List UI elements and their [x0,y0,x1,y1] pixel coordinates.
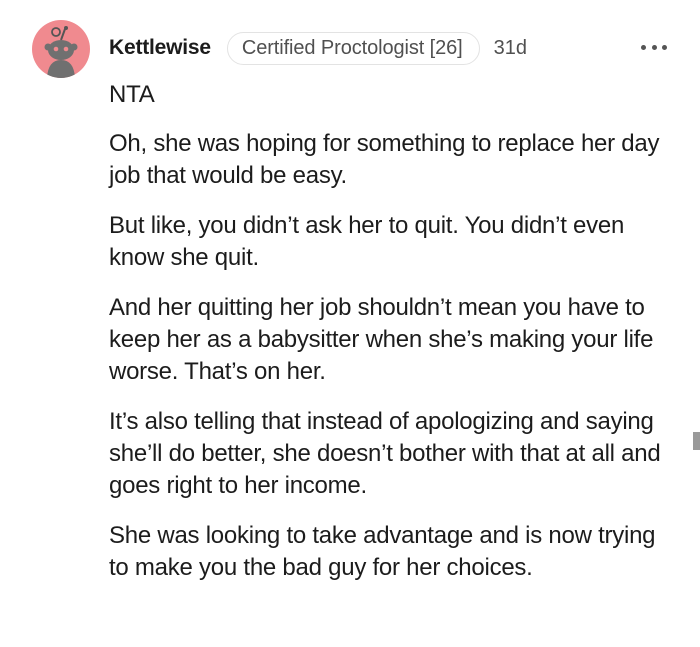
avatar[interactable] [32,20,90,78]
reddit-snoo-avatar-icon [44,26,78,78]
comment-paragraph: She was looking to take advantage and is… [109,522,656,581]
comment-paragraph: NTA [109,81,155,108]
user-flair-badge: Certified Proctologist [26] [226,31,480,65]
comment-body: NTA Oh, she was hoping for something to … [109,79,679,602]
more-options-icon-dot [651,44,657,50]
more-options-button[interactable] [641,40,667,54]
comment-paragraph: And her quitting her job shouldn’t mean … [109,294,654,385]
comment-header: Kettlewise Certified Proctologist [26] 3… [109,31,527,65]
more-options-icon [641,44,646,50]
comment-author[interactable]: Kettlewise [109,36,211,60]
comment-paragraph: It’s also telling that instead of apolog… [109,408,661,499]
scrollbar-thumb[interactable] [693,432,700,450]
comment-timestamp[interactable]: 31d [494,37,527,60]
comment-paragraph: But like, you didn’t ask her to quit. Yo… [109,212,625,271]
comment-paragraph: Oh, she was hoping for something to repl… [109,130,660,189]
more-options-icon-dot [662,44,667,50]
